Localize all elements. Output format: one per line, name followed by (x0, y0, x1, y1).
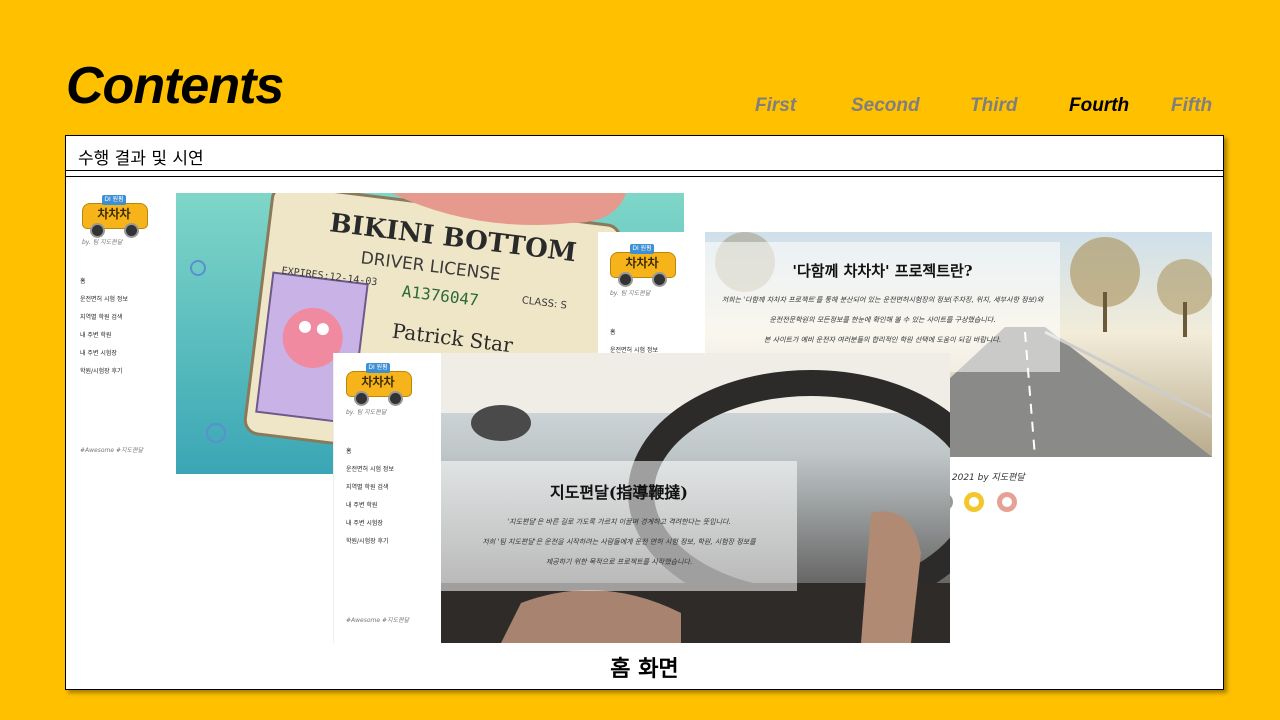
site-footer-tags: #Awesome #지도편달 (80, 447, 144, 454)
team-line-2: 저희 '팀 지도편달'은 운전을 시작하려는 사람들에게 운전 면허 시험 정보… (482, 538, 756, 546)
menu-item-nearby-exam[interactable]: 내 주변 시험장 (346, 515, 394, 533)
menu-item-nearby-exam[interactable]: 내 주변 시험장 (80, 345, 128, 363)
menu-item-home[interactable]: 홈 (80, 273, 128, 291)
project-footer: ⓒ 2021 by 지도편달 (940, 470, 1140, 512)
menu-item-reviews[interactable]: 학원/시험장 후기 (80, 363, 128, 381)
project-line-2: 운전전문학원의 모든정보를 한눈에 확인해 볼 수 있는 사이트를 구상했습니다… (769, 316, 996, 324)
nav-item-fifth[interactable]: Fifth (1171, 95, 1212, 117)
menu-item-region-search[interactable]: 지역별 학원 검색 (346, 479, 394, 497)
nav-item-third[interactable]: Third (970, 95, 1018, 117)
site-tagline: by. 팀 지도편달 (346, 409, 387, 416)
menu-item-exam-info[interactable]: 운전면허 시험 정보 (346, 461, 394, 479)
menu-item-home[interactable]: 홈 (610, 324, 658, 342)
site-menu: 홈 운전면허 시험 정보 지역별 학원 검색 내 주변 학원 내 주변 시험장 … (346, 443, 394, 551)
taxi-logo-icon: DI 원펌 차차차 (344, 363, 412, 406)
panel-header-title: 수행 결과 및 시연 (78, 149, 204, 169)
social-icons (940, 492, 1017, 512)
panel-header: 수행 결과 및 시연 (66, 136, 1223, 171)
site-tagline: by. 팀 지도편달 (82, 239, 123, 246)
site-sidebar: DI 원펌 차차차 by. 팀 지도편달 홈 운전면허 시험 정보 지역별 학원… (76, 193, 176, 474)
nav-item-fourth[interactable]: Fourth (1069, 95, 1129, 117)
menu-item-exam-info[interactable]: 운전면허 시험 정보 (80, 291, 128, 309)
team-line-1: '지도편달'은 바른 길로 가도록 가르치 이끌며 경계하고 격려한다는 뜻입니… (507, 518, 731, 526)
menu-item-nearby-academy[interactable]: 내 주변 학원 (346, 497, 394, 515)
panel-divider (66, 176, 1223, 177)
menu-item-reviews[interactable]: 학원/시험장 후기 (346, 533, 394, 551)
team-title: 지도편달(指導鞭撻) (549, 483, 689, 502)
content-panel: 수행 결과 및 시연 DI 원펌 차차차 by. 팀 지도편달 홈 운전면허 시… (65, 135, 1224, 690)
project-line-3: 본 사이트가 예비 운전자 여러분들의 합리적인 학원 선택에 도움이 되길 바… (764, 336, 1001, 344)
screenshot-caption: 홈 화면 (610, 657, 679, 682)
team-line-3: 제공하기 위한 목적으로 프로젝트를 시작했습니다. (545, 558, 693, 566)
site-copyright: ⓒ 2021 by 지도편달 (940, 473, 1025, 483)
site-menu: 홈 운전면허 시험 정보 지역별 학원 검색 내 주변 학원 내 주변 시험장 … (80, 273, 128, 381)
menu-item-region-search[interactable]: 지역별 학원 검색 (80, 309, 128, 327)
team-intro-overlay: 지도편달(指導鞭撻) '지도편달'은 바른 길로 가도록 가르치 이끌며 경계하… (441, 461, 797, 591)
nav-item-second[interactable]: Second (851, 95, 920, 117)
taxi-logo-icon: DI 원펌 차차차 (80, 195, 148, 238)
menu-item-home[interactable]: 홈 (346, 443, 394, 461)
project-line-1: 저희는 '다함께 차차차 프로젝트'를 통해 분산되어 있는 운전면허시험장의 … (721, 296, 1044, 304)
site-tagline: by. 팀 지도편달 (610, 290, 651, 297)
taxi-logo-icon: DI 원펌 차차차 (608, 244, 676, 287)
project-title: '다함께 차차차' 프로젝트란? (792, 262, 973, 280)
section-nav: First Second Third Fourth Fifth (0, 95, 1280, 119)
menu-item-nearby-academy[interactable]: 내 주변 학원 (80, 327, 128, 345)
team-hero: 지도편달(指導鞭撻) '지도편달'은 바른 길로 가도록 가르치 이끌며 경계하… (441, 353, 950, 643)
site-sidebar: DI 원펌 차차차 by. 팀 지도편달 홈 운전면허 시험 정보 지역별 학원… (334, 353, 441, 643)
screenshot-team: DI 원펌 차차차 by. 팀 지도편달 홈 운전면허 시험 정보 지역별 학원… (333, 353, 950, 643)
site-footer-tags: #Awesome #지도편달 (346, 617, 410, 624)
nav-item-first[interactable]: First (755, 95, 796, 117)
